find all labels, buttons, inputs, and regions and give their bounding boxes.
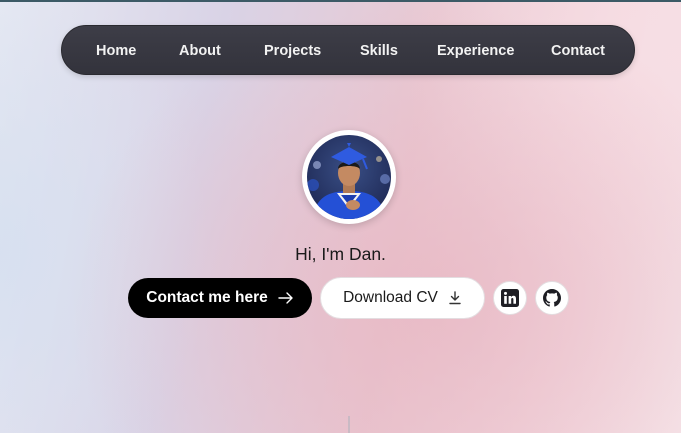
nav-home[interactable]: Home: [96, 26, 136, 76]
github-icon: [543, 289, 561, 307]
download-icon: [448, 291, 462, 305]
nav-projects[interactable]: Projects: [264, 26, 321, 76]
download-cv-button[interactable]: Download CV: [320, 277, 485, 319]
scroll-indicator: [348, 416, 350, 433]
linkedin-button[interactable]: [493, 281, 527, 315]
top-border: [0, 0, 681, 2]
profile-avatar: [302, 130, 396, 224]
contact-me-label: Contact me here: [146, 289, 268, 306]
nav-experience[interactable]: Experience: [437, 26, 514, 76]
profile-photo: [307, 135, 391, 219]
navbar: Home About Projects Skills Experience Co…: [61, 25, 635, 75]
github-button[interactable]: [535, 281, 569, 315]
nav-contact[interactable]: Contact: [551, 26, 605, 76]
linkedin-icon: [501, 289, 519, 307]
nav-about[interactable]: About: [179, 26, 221, 76]
contact-me-button[interactable]: Contact me here: [128, 278, 312, 318]
hero-greeting: Hi, I'm Dan.: [295, 244, 386, 264]
nav-skills[interactable]: Skills: [360, 26, 398, 76]
arrow-right-icon: [278, 292, 294, 304]
download-cv-label: Download CV: [343, 289, 438, 306]
